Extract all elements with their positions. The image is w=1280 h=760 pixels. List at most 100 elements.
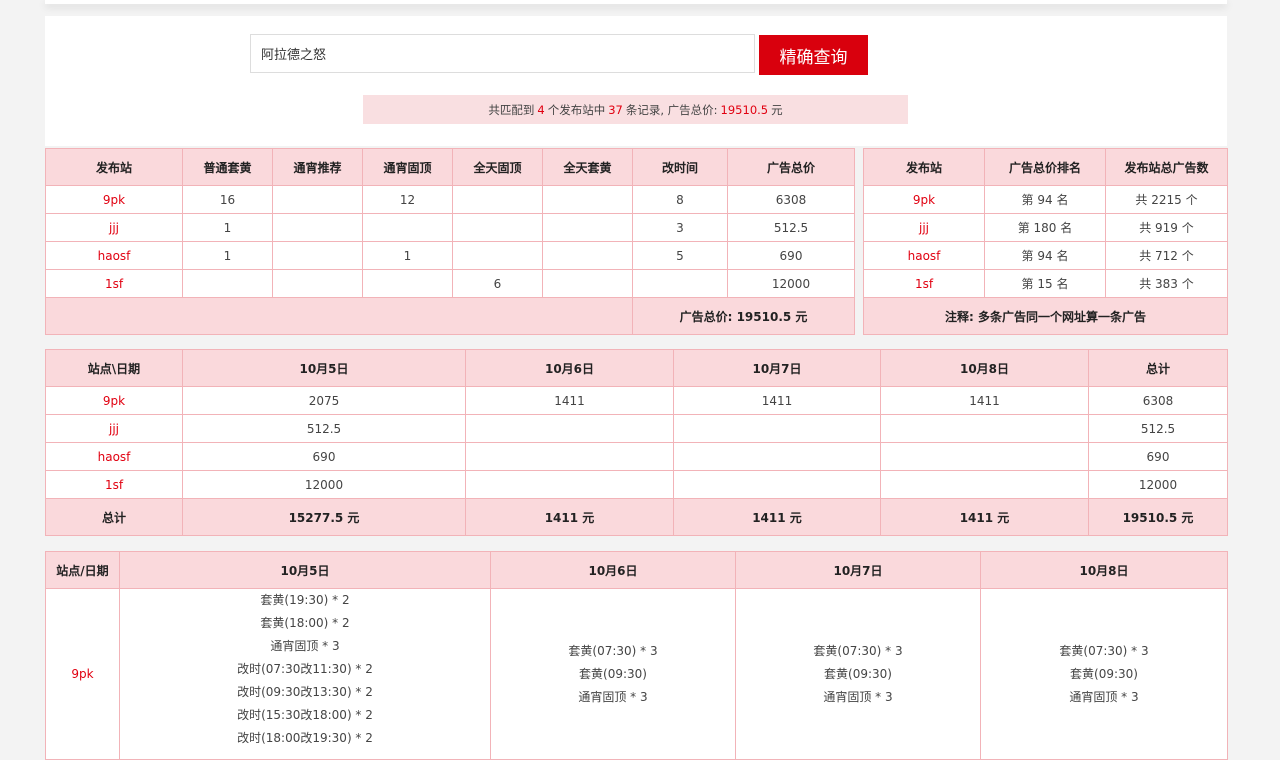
table-cell: 1: [182, 241, 273, 270]
site-link[interactable]: haosf: [45, 442, 183, 471]
summary-mid1: 个发布站中: [547, 102, 606, 117]
table-cell: 共 2215 个: [1105, 185, 1228, 214]
table-cell: 共 919 个: [1105, 213, 1228, 242]
table-cell: [465, 442, 674, 471]
site-link[interactable]: 1sf: [45, 470, 183, 499]
detail-line: 通宵固顶 * 3: [823, 689, 893, 704]
col-header: 10月7日: [673, 349, 881, 387]
footer-cell: 1411 元: [465, 498, 674, 536]
detail-cell: 套黄(07:30) * 3 套黄(09:30) 通宵固顶 * 3: [735, 588, 981, 760]
detail-cell: 套黄(07:30) * 3 套黄(09:30) 通宵固顶 * 3: [490, 588, 736, 760]
table-cell: 690: [182, 442, 466, 471]
search-input[interactable]: [250, 34, 755, 73]
table-row: haosf 第 94 名 共 712 个: [863, 241, 1228, 270]
detail-line: 通宵固顶 * 3: [578, 689, 648, 704]
site-link[interactable]: 9pk: [45, 185, 183, 214]
table-row: haosf 1 1 5 690: [45, 241, 855, 270]
detail-line: 套黄(07:30) * 3: [813, 643, 903, 658]
table-cell: [673, 442, 881, 471]
table-header-row: 站点\日期 10月5日 10月6日 10月7日 10月8日 总计: [45, 349, 1228, 387]
detail-line: 改时(07:30改11:30) * 2: [237, 662, 373, 676]
footer-cell: 19510.5 元: [1088, 498, 1228, 536]
table-row: 9pk 套黄(19:30) * 2 套黄(18:00) * 2 通宵固顶 * 3…: [45, 588, 1228, 760]
detail-line: 通宵固顶 * 3: [270, 639, 340, 653]
col-header: 10月6日: [490, 551, 736, 589]
col-header: 普通套黄: [182, 148, 273, 186]
site-link[interactable]: jjj: [45, 414, 183, 443]
table-cell: [542, 241, 633, 270]
detail-line: 套黄(09:30): [824, 666, 892, 681]
col-header: 通宵推荐: [272, 148, 363, 186]
table-row: 9pk 第 94 名 共 2215 个: [863, 185, 1228, 214]
summary-prefix: 共匹配到: [488, 102, 535, 117]
table-cell: [272, 241, 363, 270]
summary-total-price: 19510.5: [720, 102, 769, 117]
col-header: 发布站: [863, 148, 985, 186]
col-header: 改时间: [632, 148, 728, 186]
exact-search-button[interactable]: 精确查询: [759, 35, 868, 75]
site-link[interactable]: 9pk: [45, 588, 120, 760]
footer-cell: 1411 元: [880, 498, 1089, 536]
summary-records-count: 37: [608, 102, 623, 117]
col-header: 10月7日: [735, 551, 981, 589]
table-cell: 第 15 名: [984, 269, 1106, 298]
site-link[interactable]: jjj: [863, 213, 985, 242]
footer-cell: 15277.5 元: [182, 498, 466, 536]
table-cell: 第 180 名: [984, 213, 1106, 242]
summary-sites-count: 4: [537, 102, 545, 117]
col-header: 10月6日: [465, 349, 674, 387]
site-link[interactable]: 1sf: [45, 269, 183, 298]
table-cell: 690: [1088, 442, 1228, 471]
col-header: 总计: [1088, 349, 1228, 387]
detail-cell: 套黄(19:30) * 2 套黄(18:00) * 2 通宵固顶 * 3 改时(…: [119, 588, 491, 760]
table-cell: 1411: [465, 386, 674, 415]
table-cell: 512.5: [727, 213, 855, 242]
col-header: 全天套黄: [542, 148, 633, 186]
table-row: 9pk 16 12 8 6308: [45, 185, 855, 214]
col-header: 站点\日期: [45, 349, 183, 387]
summary-mid2: 条记录, 广告总价:: [625, 102, 718, 117]
footer-blank: [45, 297, 633, 335]
table-cell: [452, 185, 543, 214]
table-cell: [542, 213, 633, 242]
col-header: 发布站总广告数: [1105, 148, 1228, 186]
table-row: jjj 512.5 512.5: [45, 414, 1228, 443]
summary-suffix: 元: [771, 102, 783, 117]
col-header: 10月5日: [182, 349, 466, 387]
table-cell: [465, 470, 674, 499]
table-cell: 512.5: [182, 414, 466, 443]
detail-line: 套黄(07:30) * 3: [1059, 643, 1149, 658]
table-cell: [182, 269, 273, 298]
table-cell: 8: [632, 185, 728, 214]
detail-line: 改时(15:30改18:00) * 2: [237, 708, 373, 722]
table-cell: [452, 213, 543, 242]
table-row: 1sf 第 15 名 共 383 个: [863, 269, 1228, 298]
detail-line: 套黄(09:30): [579, 666, 647, 681]
ad-type-table: 发布站 普通套黄 通宵推荐 通宵固顶 全天固顶 全天套黄 改时间 广告总价 9p…: [45, 148, 855, 335]
table-cell: 共 383 个: [1105, 269, 1228, 298]
table-cell: 2075: [182, 386, 466, 415]
table-cell: 6308: [1088, 386, 1228, 415]
table-row: jjj 1 3 512.5: [45, 213, 855, 242]
col-header: 10月5日: [119, 551, 491, 589]
detail-line: 套黄(18:00) * 2: [260, 616, 350, 630]
table-row: jjj 第 180 名 共 919 个: [863, 213, 1228, 242]
table-cell: [632, 269, 728, 298]
table-cell: 共 712 个: [1105, 241, 1228, 270]
detail-line: 套黄(09:30): [1070, 666, 1138, 681]
daily-price-table: 站点\日期 10月5日 10月6日 10月7日 10月8日 总计 9pk 207…: [45, 349, 1228, 536]
site-link[interactable]: haosf: [45, 241, 183, 270]
col-header: 10月8日: [980, 551, 1228, 589]
table-footer-row: 广告总价: 19510.5 元: [45, 297, 855, 335]
table-cell: 6308: [727, 185, 855, 214]
site-link[interactable]: 9pk: [863, 185, 985, 214]
table-cell: 1411: [880, 386, 1089, 415]
site-link[interactable]: haosf: [863, 241, 985, 270]
site-link[interactable]: 1sf: [863, 269, 985, 298]
site-link[interactable]: jjj: [45, 213, 183, 242]
table-header-row: 发布站 普通套黄 通宵推荐 通宵固顶 全天固顶 全天套黄 改时间 广告总价: [45, 148, 855, 186]
table-cell: [465, 414, 674, 443]
table-row: 9pk 2075 1411 1411 1411 6308: [45, 386, 1228, 415]
site-link[interactable]: 9pk: [45, 386, 183, 415]
table-cell: 3: [632, 213, 728, 242]
